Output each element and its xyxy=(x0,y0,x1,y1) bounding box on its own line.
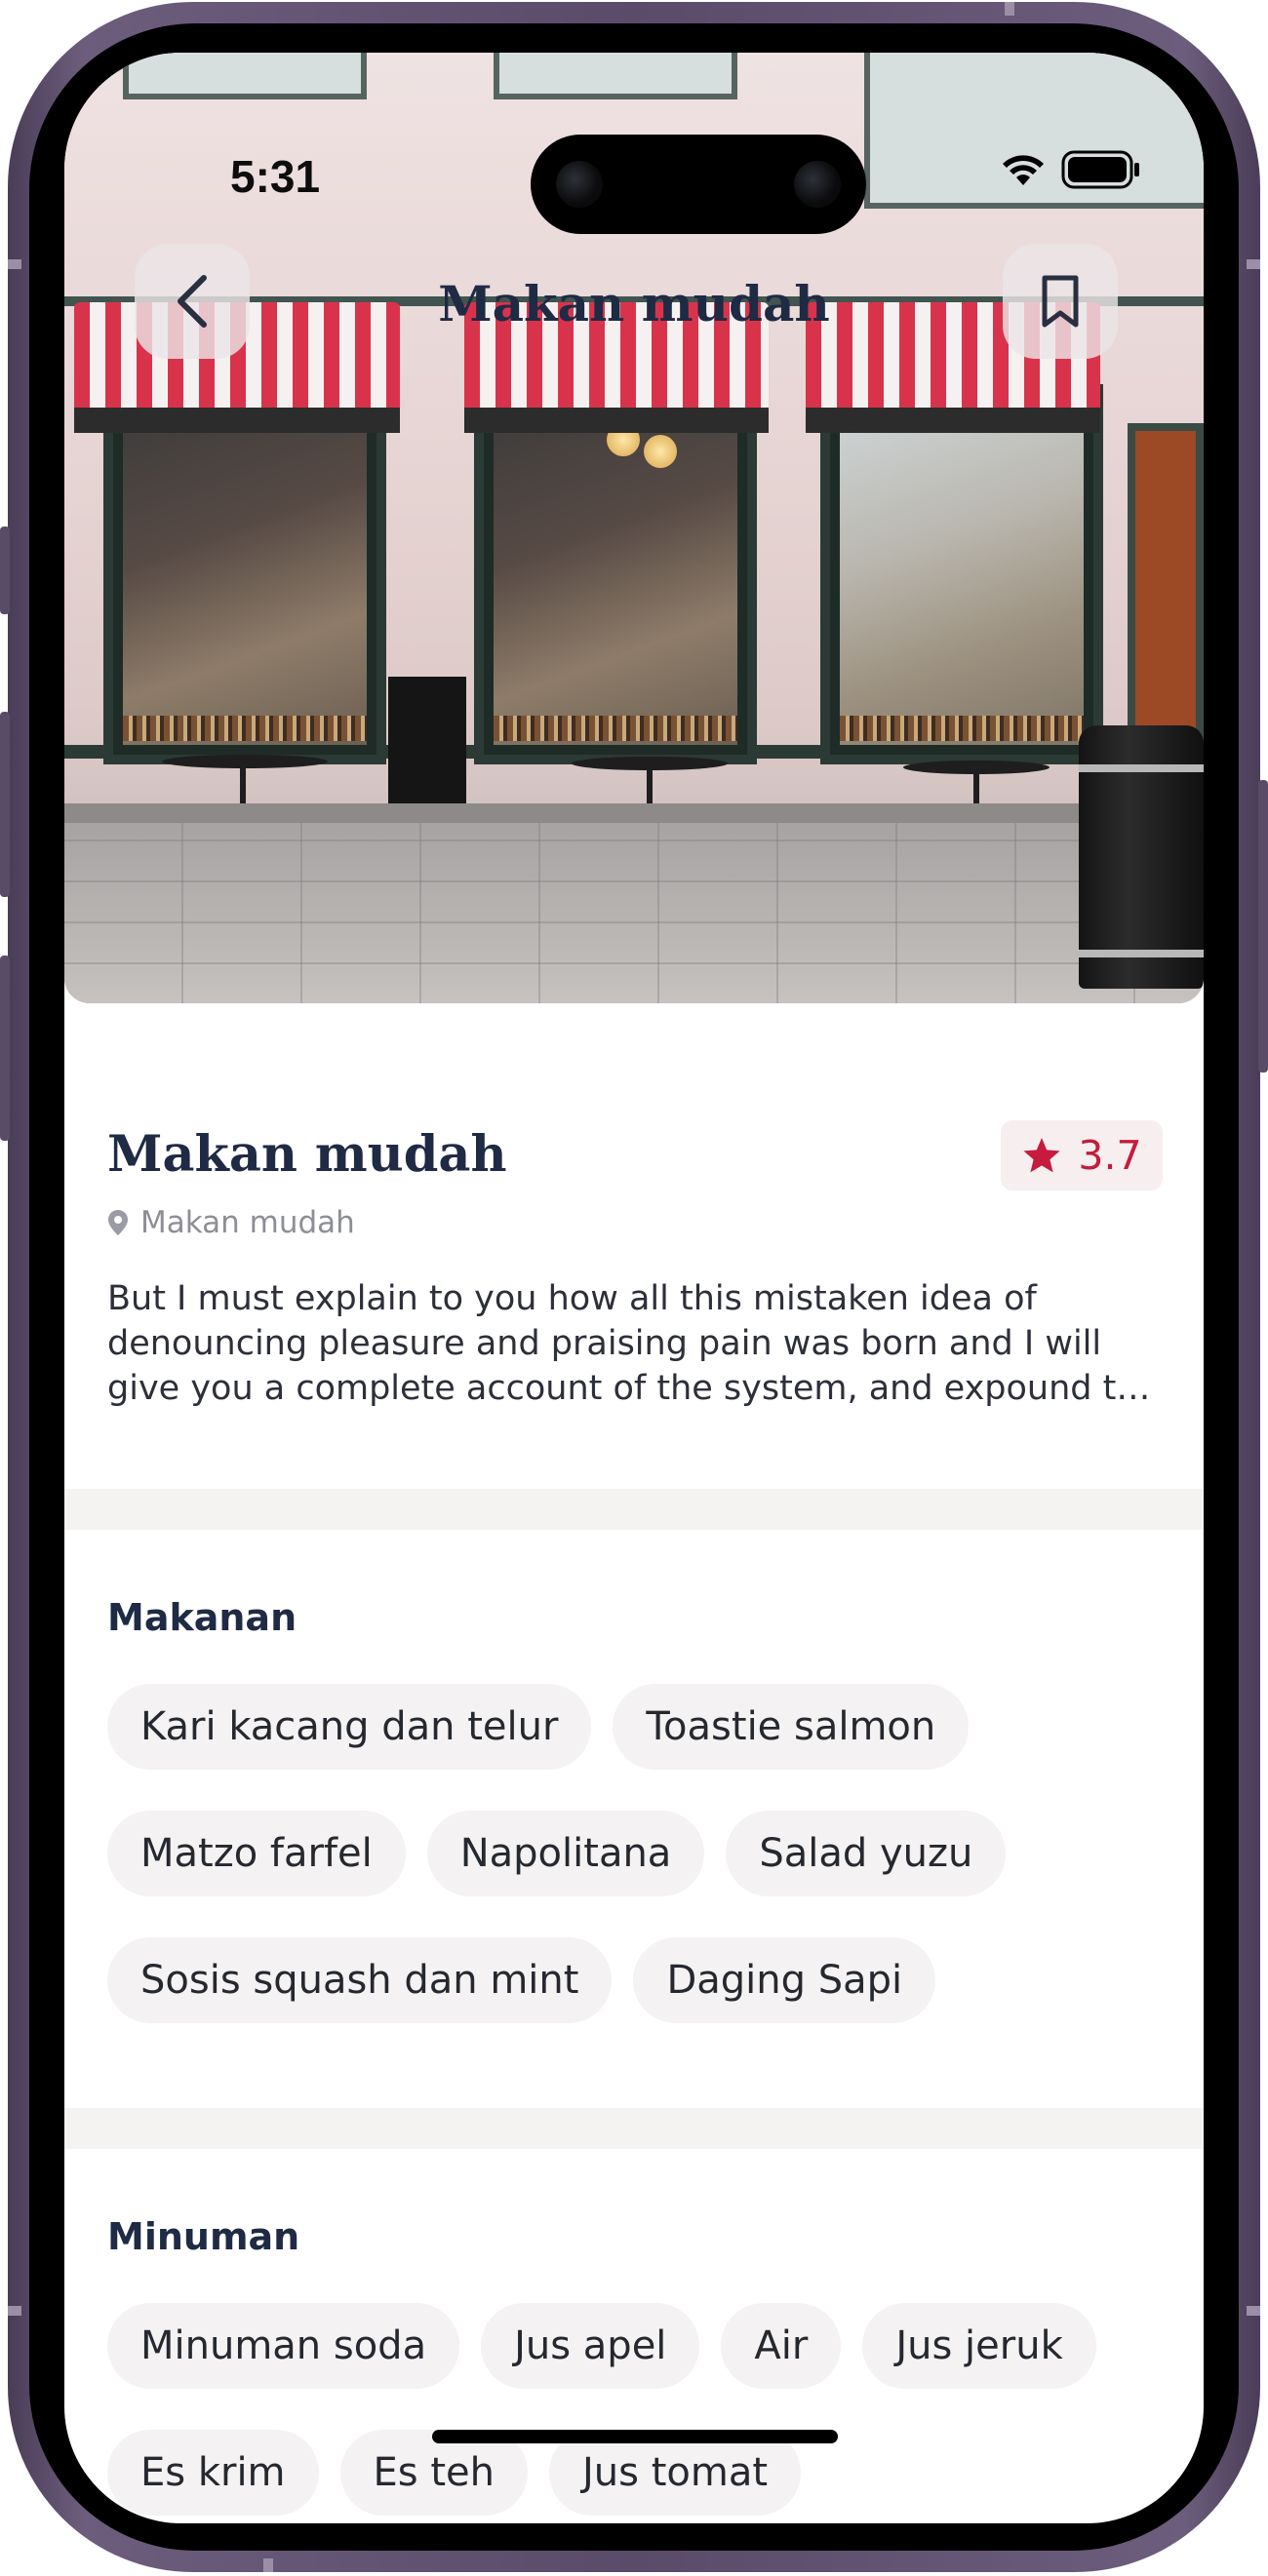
map-pin-icon xyxy=(108,1210,128,1235)
location-row: Makan mudah xyxy=(107,1205,355,1240)
food-chip[interactable]: Salad yuzu xyxy=(726,1811,1007,1896)
upper-window xyxy=(494,53,737,99)
shop-window xyxy=(820,384,1103,764)
awning-valance xyxy=(464,408,769,433)
bin-band xyxy=(1079,950,1204,957)
chevron-left-icon xyxy=(178,275,207,328)
drink-chip[interactable]: Es krim xyxy=(107,2430,319,2516)
food-section-heading: Makanan xyxy=(107,1596,297,1639)
star-icon xyxy=(1023,1138,1060,1173)
status-time: 5:31 xyxy=(230,151,321,202)
food-chip[interactable]: Sosis squash dan mint xyxy=(107,1937,613,2023)
place-description: But I must explain to you how all this m… xyxy=(107,1279,1160,1408)
action-button xyxy=(0,527,10,614)
rating-badge: 3.7 xyxy=(1001,1120,1163,1190)
chalkboard-sign xyxy=(388,677,466,823)
antenna-band xyxy=(8,259,21,269)
antenna-band xyxy=(1005,2,1014,16)
window-shelf xyxy=(123,716,367,741)
window-glass xyxy=(123,394,367,745)
volume-down-button xyxy=(0,956,10,1141)
food-chip[interactable]: Kari kacang dan telur xyxy=(107,1684,592,1770)
rating-value: 3.7 xyxy=(1078,1132,1142,1179)
power-button xyxy=(1258,780,1268,1073)
back-button[interactable] xyxy=(135,244,250,359)
food-chip[interactable]: Napolitana xyxy=(426,1811,705,1896)
antenna-band xyxy=(1247,2306,1260,2316)
shop-door xyxy=(1128,423,1204,745)
bookmark-button[interactable] xyxy=(1003,244,1118,359)
pendant-lamp xyxy=(644,435,677,468)
sidewalk xyxy=(64,823,1204,1003)
window-glass xyxy=(840,404,1084,745)
trash-bin xyxy=(1079,725,1204,989)
location-text: Makan mudah xyxy=(140,1205,355,1240)
bin-band xyxy=(1079,764,1204,772)
volume-up-button xyxy=(0,712,10,897)
camera-icon xyxy=(556,161,603,208)
drink-chip[interactable]: Air xyxy=(721,2303,842,2389)
food-chip[interactable]: Toastie salmon xyxy=(613,1684,970,1770)
camera-icon xyxy=(794,161,841,208)
section-divider xyxy=(64,2108,1204,2149)
drinks-section-heading: Minuman xyxy=(107,2215,300,2258)
battery-icon xyxy=(1061,150,1139,189)
antenna-band xyxy=(1247,259,1260,269)
section-divider xyxy=(64,1489,1204,1530)
antenna-band xyxy=(263,2558,273,2572)
shop-window xyxy=(103,374,386,764)
wifi-icon xyxy=(1003,155,1044,185)
window-shelf xyxy=(494,716,737,741)
food-chip-list: Kari kacang dan telur Toastie salmon Mat… xyxy=(107,1684,1170,2023)
food-chip[interactable]: Daging Sapi xyxy=(633,1937,936,2023)
place-title: Makan mudah xyxy=(107,1125,507,1184)
awning-valance xyxy=(74,408,400,433)
drink-chip[interactable]: Minuman soda xyxy=(107,2303,460,2389)
drinks-chip-list: Minuman soda Jus apel Air Jus jeruk Es k… xyxy=(107,2303,1170,2516)
screen: 5:31 Makan mudah Makan mudah 3.7 Makan m… xyxy=(64,53,1204,2523)
awning-valance xyxy=(806,408,1100,433)
dynamic-island xyxy=(531,135,866,234)
drink-chip[interactable]: Jus jeruk xyxy=(862,2303,1096,2389)
bookmark-icon xyxy=(1042,275,1079,328)
drink-chip[interactable]: Jus apel xyxy=(481,2303,700,2389)
home-indicator[interactable] xyxy=(432,2430,838,2443)
antenna-band xyxy=(8,2306,21,2316)
food-chip[interactable]: Matzo farfel xyxy=(107,1811,406,1896)
upper-window xyxy=(123,53,367,99)
window-shelf xyxy=(840,716,1084,741)
